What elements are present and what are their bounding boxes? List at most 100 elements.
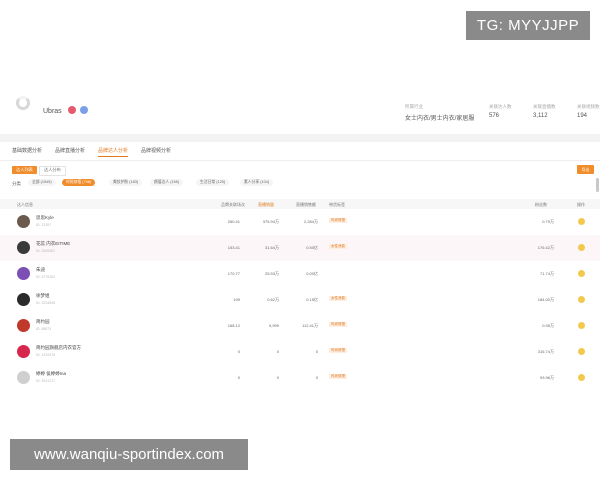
creator-name[interactable]: 简约园旗舰店内衣官方 <box>36 345 81 351</box>
fans-value: 0.79万 <box>542 219 554 224</box>
brand-analysis-app: Ubras 所属行业 女士内衣/男士内衣/家居服 关联达人数 576 关联直播数… <box>0 82 600 388</box>
live-sales-value: 0 <box>276 375 279 380</box>
fans-value: 93.96万 <box>539 375 554 380</box>
sessions-value: 153.41 <box>227 245 240 250</box>
douyin-badge-icon <box>68 106 76 114</box>
tab-basic-data[interactable]: 基础数据分析 <box>12 147 42 154</box>
avatar[interactable] <box>17 293 30 306</box>
live-sales-value: 375.94万 <box>262 219 279 224</box>
creator-name[interactable]: 思思Kyle <box>36 215 54 221</box>
col-action: 操作 <box>577 202 585 207</box>
export-button[interactable]: 导出 <box>577 165 594 174</box>
table-row[interactable]: 思思Kyle ID: 12357 260.41 375.94万 2,284万 时尚穿搭 0.… <box>0 209 600 235</box>
verified-badge-icon <box>80 106 88 114</box>
filter-fashion[interactable]: 时尚穿搭 (798) <box>62 179 96 186</box>
live-sales-value: 0 <box>276 349 279 354</box>
live-revenue-value: 0 <box>315 349 318 354</box>
detail-icon[interactable] <box>578 296 585 303</box>
fans-value: 176.42万 <box>537 245 554 250</box>
filter-beauty[interactable]: 美妆护肤 (183) <box>109 179 143 186</box>
table-row[interactable]: 朱迪 ID: 6775300 170.77 25.53万 0.00亿 71.74万 <box>0 261 600 287</box>
col-sessions[interactable]: 品牌关联场次 <box>221 202 245 208</box>
creator-name[interactable]: 徐梦姐 <box>36 293 50 299</box>
detail-icon[interactable] <box>578 322 585 329</box>
stat-label: 关联达人数 <box>489 104 512 109</box>
tab-brand-video[interactable]: 品牌视频分析 <box>141 147 171 154</box>
creator-id: ID: 6775300 <box>36 275 56 279</box>
brand-name: Ubras <box>43 108 62 115</box>
live-sales-value: 25.53万 <box>264 271 279 276</box>
table-row[interactable]: 婷婷 侯婷婷Ina ID: 9241217 0 0 0 时尚穿搭 93.96万 <box>0 365 600 391</box>
sessions-value: 0 <box>237 375 240 380</box>
sessions-value: 0 <box>237 349 240 354</box>
table-row[interactable]: 简约园 ID: 58873 168.12 9,999 112.41万 时尚穿搭 0.95万 <box>0 313 600 339</box>
tab-brand-live[interactable]: 品牌直播分析 <box>55 147 85 154</box>
creator-id: ID: 58873 <box>36 327 52 331</box>
live-sales-value: 9,999 <box>268 323 279 328</box>
detail-icon[interactable] <box>578 374 585 381</box>
col-live-sales[interactable]: 直播销量 <box>258 202 274 208</box>
sessions-value: 260.41 <box>227 219 240 224</box>
avatar[interactable] <box>17 241 30 254</box>
tag-badge: 时尚穿搭 <box>329 348 347 353</box>
stat-lives: 关联直播数 3,112 <box>533 104 556 119</box>
detail-icon[interactable] <box>578 348 585 355</box>
live-revenue-value: 112.41万 <box>302 323 318 328</box>
creator-name[interactable]: 婷婷 侯婷婷Ina <box>36 371 66 377</box>
avatar[interactable] <box>17 371 30 384</box>
stat-value: 3,112 <box>533 113 548 119</box>
stat-value: 194 <box>577 113 588 119</box>
stat-value: 女士内衣/男士内衣/家居服 <box>405 116 475 122</box>
watermark-url: www.wanqiu-sportindex.com <box>10 439 248 470</box>
live-revenue-value: 0.15亿 <box>306 297 318 302</box>
avatar[interactable] <box>17 267 30 280</box>
table-row[interactable]: 花蕊 内衣EITIME ID: 2659582 153.41 31.64万 0.50亿 女… <box>0 235 600 261</box>
live-revenue-value: 0.00亿 <box>306 271 318 276</box>
tag-badge: 女性消费 <box>329 296 347 301</box>
live-revenue-value: 0 <box>315 375 318 380</box>
sessions-value: 199 <box>233 297 240 302</box>
col-tags: 带货标签 <box>329 202 345 207</box>
tag-badge: 女性消费 <box>329 244 347 249</box>
detail-icon[interactable] <box>578 244 585 251</box>
sessions-value: 170.77 <box>227 271 240 276</box>
creator-name[interactable]: 简约园 <box>36 319 50 325</box>
creator-id: ID: 2659582 <box>36 249 56 253</box>
table-header: 达人信息 品牌关联场次 直播销量 直播销售额 带货标签 粉丝数 操作 <box>0 199 600 209</box>
live-sales-value: 0.62万 <box>267 297 279 302</box>
tab-brand-creators[interactable]: 品牌达人分析 <box>98 147 129 157</box>
table-row[interactable]: 简约园旗舰店内衣官方 ID: 1234378 0 0 0 时尚穿搭 316.74万 <box>0 339 600 365</box>
scrollbar[interactable] <box>596 178 599 192</box>
filter-label: 分类 <box>12 181 21 186</box>
fans-value: 0.95万 <box>542 323 554 328</box>
stat-value: 576 <box>489 113 500 119</box>
creator-name[interactable]: 花蕊 内衣EITIME <box>36 241 70 247</box>
subtab-creator-list[interactable]: 达人列表 <box>12 166 37 174</box>
col-live-revenue[interactable]: 直播销售额 <box>296 202 316 208</box>
table-row[interactable]: 徐梦姐 ID: 3234848 199 0.62万 0.15亿 女性消费 184.00万 <box>0 287 600 313</box>
subtab-creator-distribution[interactable]: 达人分布 <box>39 166 66 176</box>
col-fans[interactable]: 粉丝数 <box>535 202 547 208</box>
col-creator-info: 达人信息 <box>17 202 33 207</box>
fans-value: 316.74万 <box>537 349 554 354</box>
creator-id: ID: 1234378 <box>36 353 56 357</box>
detail-icon[interactable] <box>578 270 585 277</box>
tag-badge: 时尚穿搭 <box>329 374 347 379</box>
section-divider <box>0 134 600 142</box>
brand-header: Ubras 所属行业 女士内衣/男士内衣/家居服 关联达人数 576 关联直播数… <box>0 82 600 134</box>
avatar[interactable] <box>17 215 30 228</box>
fans-value: 184.00万 <box>537 297 554 302</box>
tag-badge: 时尚穿搭 <box>329 322 347 327</box>
fans-value: 71.74万 <box>539 271 554 276</box>
filter-all[interactable]: 全部 (1545) <box>28 179 56 186</box>
avatar[interactable] <box>17 319 30 332</box>
filter-daily-life[interactable]: 生活日常 (125) <box>196 179 230 186</box>
filter-appearance[interactable]: 颜值达人 (165) <box>150 179 184 186</box>
creator-id: ID: 9241217 <box>36 379 56 383</box>
creator-name[interactable]: 朱迪 <box>36 267 45 273</box>
stat-label: 关联视频数 <box>577 104 600 109</box>
avatar[interactable] <box>17 345 30 358</box>
detail-icon[interactable] <box>578 218 585 225</box>
sessions-value: 168.12 <box>227 323 240 328</box>
filter-amateur-share[interactable]: 素人分享 (104) <box>240 179 274 186</box>
